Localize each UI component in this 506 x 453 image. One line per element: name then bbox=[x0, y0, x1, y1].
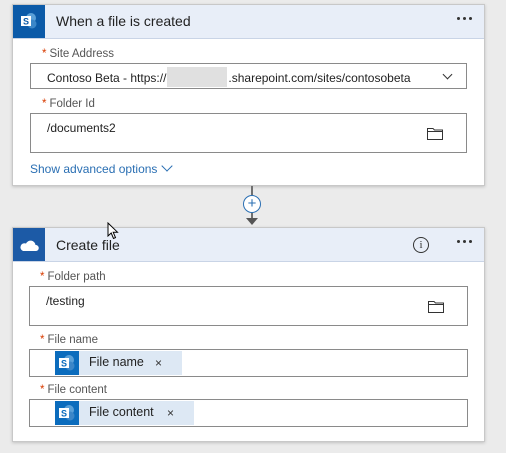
file-content-label: * File content bbox=[40, 384, 107, 396]
mouse-cursor-icon bbox=[107, 222, 119, 240]
connector-line-top bbox=[251, 186, 253, 195]
file-content-input[interactable]: S File content × bbox=[29, 399, 468, 427]
trigger-card-header[interactable]: S When a file is created bbox=[13, 5, 484, 39]
info-icon[interactable]: i bbox=[413, 237, 429, 253]
remove-token-icon[interactable]: × bbox=[155, 356, 162, 370]
site-address-suffix: .sharepoint.com/sites/contosobeta bbox=[228, 71, 411, 86]
more-options-icon[interactable] bbox=[456, 11, 474, 25]
file-content-token-label: File content bbox=[89, 405, 154, 419]
svg-text:S: S bbox=[23, 17, 29, 27]
action-card-header[interactable]: Create file i bbox=[13, 228, 484, 262]
file-content-token[interactable]: S File content × bbox=[55, 401, 194, 425]
folder-path-input[interactable]: /testing bbox=[29, 286, 468, 326]
svg-text:S: S bbox=[61, 359, 67, 369]
add-step-button[interactable]: + bbox=[243, 195, 261, 213]
file-name-token-label: File name bbox=[89, 355, 144, 369]
file-name-token[interactable]: S File name × bbox=[55, 351, 182, 375]
sharepoint-icon: S bbox=[55, 351, 79, 375]
file-name-label: * File name bbox=[40, 334, 98, 346]
folder-path-label: * Folder path bbox=[40, 271, 106, 283]
site-address-prefix: Contoso Beta - https:// bbox=[47, 71, 167, 86]
arrow-down-icon bbox=[246, 218, 258, 225]
remove-token-icon[interactable]: × bbox=[167, 406, 174, 420]
folder-id-input[interactable]: /documents2 bbox=[30, 113, 467, 153]
chevron-down-icon[interactable] bbox=[442, 69, 453, 80]
chevron-down-icon bbox=[161, 160, 174, 172]
action-card: Create file i * Folder path /testing * Fil… bbox=[12, 227, 485, 442]
folder-id-value: /documents2 bbox=[47, 121, 116, 135]
folder-path-value: /testing bbox=[46, 294, 85, 308]
site-address-dropdown[interactable]: Contoso Beta - https:// .sharepoint.com/s… bbox=[30, 63, 467, 89]
folder-id-label: * Folder Id bbox=[42, 98, 95, 110]
file-name-input[interactable]: S File name × bbox=[29, 349, 468, 377]
sharepoint-icon: S bbox=[55, 401, 79, 425]
onedrive-icon bbox=[13, 228, 45, 261]
show-advanced-options-link[interactable]: Show advanced options bbox=[30, 160, 174, 176]
folder-icon[interactable] bbox=[427, 127, 443, 140]
redacted-text bbox=[167, 67, 228, 87]
trigger-card: S When a file is created * Site Address C… bbox=[12, 4, 485, 186]
site-address-label: * Site Address bbox=[42, 48, 115, 60]
more-options-icon[interactable] bbox=[456, 234, 474, 248]
trigger-title: When a file is created bbox=[56, 13, 191, 29]
svg-text:S: S bbox=[61, 409, 67, 419]
folder-icon[interactable] bbox=[428, 300, 444, 313]
sharepoint-icon: S bbox=[13, 5, 45, 38]
